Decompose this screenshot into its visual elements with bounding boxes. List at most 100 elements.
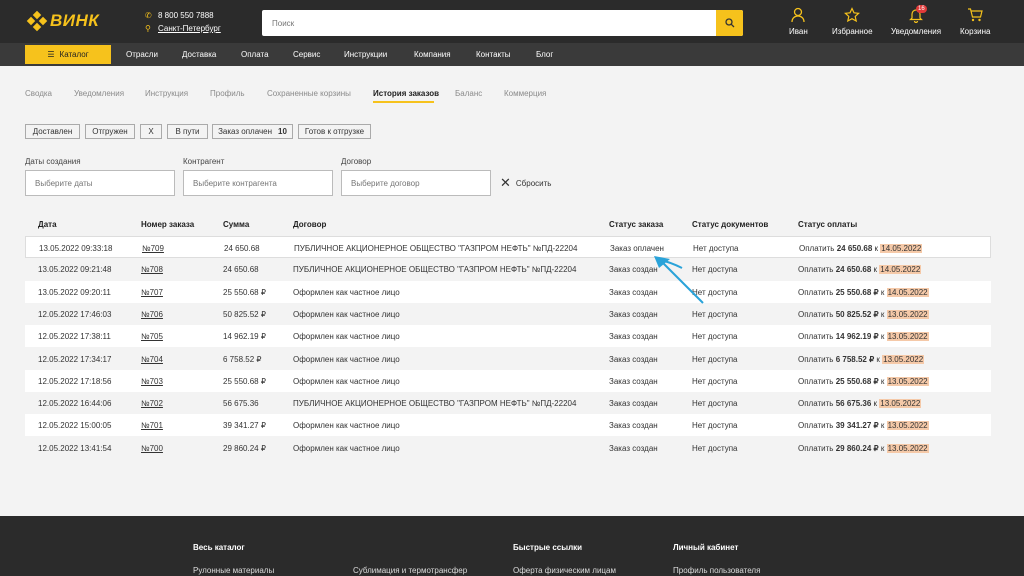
cell-order-number[interactable]: №701 [141, 421, 163, 430]
pay-amount: 39 341.27 ₽ [835, 421, 879, 431]
tab-commerce[interactable]: Коммерция [504, 89, 546, 98]
filter-chip-order-paid[interactable]: Заказ оплачен 10 [212, 124, 293, 139]
cell-contract: ПУБЛИЧНОЕ АКЦИОНЕРНОЕ ОБЩЕСТВО "ГАЗПРОМ … [293, 399, 577, 409]
cell-date: 12.05.2022 17:38:11 [38, 332, 111, 342]
cell-date: 12.05.2022 15:00:05 [38, 421, 112, 431]
cell-order-number[interactable]: №703 [141, 377, 163, 386]
date-filter-input[interactable] [26, 171, 174, 195]
nav-item-instructions[interactable]: Инструкции [344, 50, 387, 59]
filter-chip-delivered[interactable]: Доставлен [25, 124, 80, 139]
pay-due-date: 14.05.2022 [886, 287, 929, 297]
tab-balance[interactable]: Баланс [455, 89, 482, 98]
tab-profile[interactable]: Профиль [210, 89, 245, 98]
cell-order-number[interactable]: №709 [142, 244, 164, 253]
filter-chip-in-transit[interactable]: В пути [167, 124, 208, 139]
column-header-contract: Договор [293, 220, 327, 229]
tab-summary[interactable]: Сводка [25, 89, 52, 98]
cell-order-number[interactable]: №704 [141, 355, 163, 364]
phone-number[interactable]: 8 800 550 7888 [158, 9, 214, 22]
nav-item-blog[interactable]: Блог [536, 50, 553, 59]
cell-payment-status[interactable]: Оплатить 50 825.52 ₽ к 13.05.2022 [798, 309, 929, 319]
logo-text: ВИНК [50, 11, 100, 30]
table-row[interactable]: 12.05.2022 17:34:17 №704 6 758.52 ₽ Оформле… [25, 348, 991, 370]
date-filter-label: Даты создания [25, 157, 81, 166]
contract-filter [341, 170, 491, 196]
nav-item-contacts[interactable]: Контакты [476, 50, 511, 59]
nav-item-company[interactable]: Компания [414, 50, 451, 59]
filter-chip-shipped[interactable]: Отгружен [85, 124, 135, 139]
header-cart[interactable]: Корзина [960, 7, 990, 36]
filter-chip-ready-to-ship[interactable]: Готов к отгрузке [298, 124, 371, 139]
tab-instruction[interactable]: Инструкция [145, 89, 188, 98]
cell-docs-status: Нет доступа [692, 309, 738, 319]
table-row[interactable]: 13.05.2022 09:21:48 №708 24 650.68 ПУБЛИЧНО… [25, 258, 991, 280]
cell-order-number[interactable]: №705 [141, 332, 163, 341]
contract-filter-input[interactable] [342, 171, 490, 195]
column-header-date: Дата [38, 220, 57, 229]
footer-link-profile[interactable]: Профиль пользователя [673, 566, 760, 575]
star-icon [844, 7, 861, 23]
header-user[interactable]: Иван [789, 7, 808, 36]
cell-payment-status[interactable]: Оплатить 24 650.68 к 14.05.2022 [799, 244, 923, 253]
header-favorites[interactable]: Избранное [832, 7, 873, 36]
tab-order-history[interactable]: История заказов [373, 89, 439, 98]
table-row[interactable]: 12.05.2022 17:46:03 №706 50 825.52 ₽ Оформл… [25, 303, 991, 325]
cell-sum: 25 550.68 ₽ [223, 376, 266, 386]
main-nav: ☰ Каталог Отрасли Доставка Оплата Сервис… [0, 43, 1024, 66]
cell-order-number[interactable]: №706 [141, 310, 163, 319]
logo[interactable]: ВИНК [26, 10, 100, 32]
cell-order-status: Заказ создан [609, 309, 658, 319]
cell-payment-status[interactable]: Оплатить 24 650.68 к 14.05.2022 [798, 265, 922, 275]
pay-prefix: Оплатить [799, 244, 835, 253]
cell-payment-status[interactable]: Оплатить 29 860.24 ₽ к 13.05.2022 [798, 443, 929, 453]
nav-item-service[interactable]: Сервис [293, 50, 320, 59]
cell-sum: 24 650.68 [223, 265, 259, 275]
cell-date: 13.05.2022 09:33:18 [39, 244, 113, 253]
cell-payment-status[interactable]: Оплатить 56 675.36 к 13.05.2022 [798, 399, 922, 409]
search-icon [724, 18, 734, 28]
pay-amount: 56 675.36 [835, 399, 872, 409]
user-icon [791, 7, 806, 23]
table-row[interactable]: 13.05.2022 09:20:11 №707 25 550.68 ₽ Оформл… [25, 280, 991, 303]
tab-notifications[interactable]: Уведомления [74, 89, 124, 98]
contractor-filter-input[interactable] [184, 171, 332, 195]
reset-filters-button[interactable]: ✕ Сбросить [500, 176, 551, 189]
footer-heading-catalog[interactable]: Весь каталог [193, 543, 245, 552]
footer-link-sublimation[interactable]: Сублимация и термотрансфер [353, 566, 467, 575]
search-input[interactable] [262, 10, 712, 36]
table-row[interactable]: 12.05.2022 17:18:56 №703 25 550.68 ₽ Оформл… [25, 369, 991, 392]
pay-prefix: Оплатить [798, 443, 834, 453]
table-row[interactable]: 12.05.2022 15:00:05 №701 39 341.27 ₽ Оформл… [25, 414, 991, 437]
pay-prefix: Оплатить [798, 376, 834, 386]
cell-docs-status: Нет доступа [692, 443, 738, 453]
cell-order-number[interactable]: №708 [141, 265, 163, 274]
cell-payment-status[interactable]: Оплатить 39 341.27 ₽ к 13.05.2022 [798, 421, 929, 431]
table-row[interactable]: 12.05.2022 13:41:54 №700 29 860.24 ₽ Оформл… [25, 437, 991, 459]
nav-item-delivery[interactable]: Доставка [182, 50, 216, 59]
cell-sum: 56 675.36 [223, 399, 259, 409]
table-row[interactable]: 12.05.2022 17:38:11 №705 14 962.19 ₽ Оформл… [25, 325, 991, 348]
cell-payment-status[interactable]: Оплатить 25 550.68 ₽ к 14.05.2022 [798, 287, 929, 297]
pay-k: к [880, 421, 885, 431]
table-row[interactable]: 13.05.2022 09:33:18 №709 24 650.68 ПУБЛИЧНО… [25, 236, 991, 258]
cell-order-number[interactable]: №700 [141, 444, 163, 453]
nav-item-payment[interactable]: Оплата [241, 50, 269, 59]
cell-order-number[interactable]: №707 [141, 288, 163, 297]
filter-chip-x[interactable]: Х [140, 124, 162, 139]
header-notifications[interactable]: 16 Уведомления [891, 5, 941, 36]
footer-link-roll-materials[interactable]: Рулонные материалы [193, 566, 274, 575]
cell-payment-status[interactable]: Оплатить 6 758.52 ₽ к 13.05.2022 [798, 354, 925, 364]
city-selector[interactable]: Санкт-Петербург [158, 22, 221, 35]
footer-link-offer[interactable]: Оферта физическим лицам [513, 566, 616, 575]
pay-prefix: Оплатить [798, 421, 834, 431]
tab-saved-carts[interactable]: Сохраненные корзины [267, 89, 351, 98]
cell-docs-status: Нет доступа [692, 332, 738, 342]
table-row[interactable]: 12.05.2022 16:44:06 №702 56 675.36 ПУБЛИЧНО… [25, 392, 991, 414]
cell-order-number[interactable]: №702 [141, 399, 163, 408]
search-button[interactable] [716, 10, 743, 36]
pay-due-date: 13.05.2022 [879, 399, 922, 409]
cell-payment-status[interactable]: Оплатить 14 962.19 ₽ к 13.05.2022 [798, 332, 929, 342]
contractor-filter-label: Контрагент [183, 157, 225, 166]
nav-item-industries[interactable]: Отрасли [126, 50, 158, 59]
cell-payment-status[interactable]: Оплатить 25 550.68 ₽ к 13.05.2022 [798, 376, 929, 386]
